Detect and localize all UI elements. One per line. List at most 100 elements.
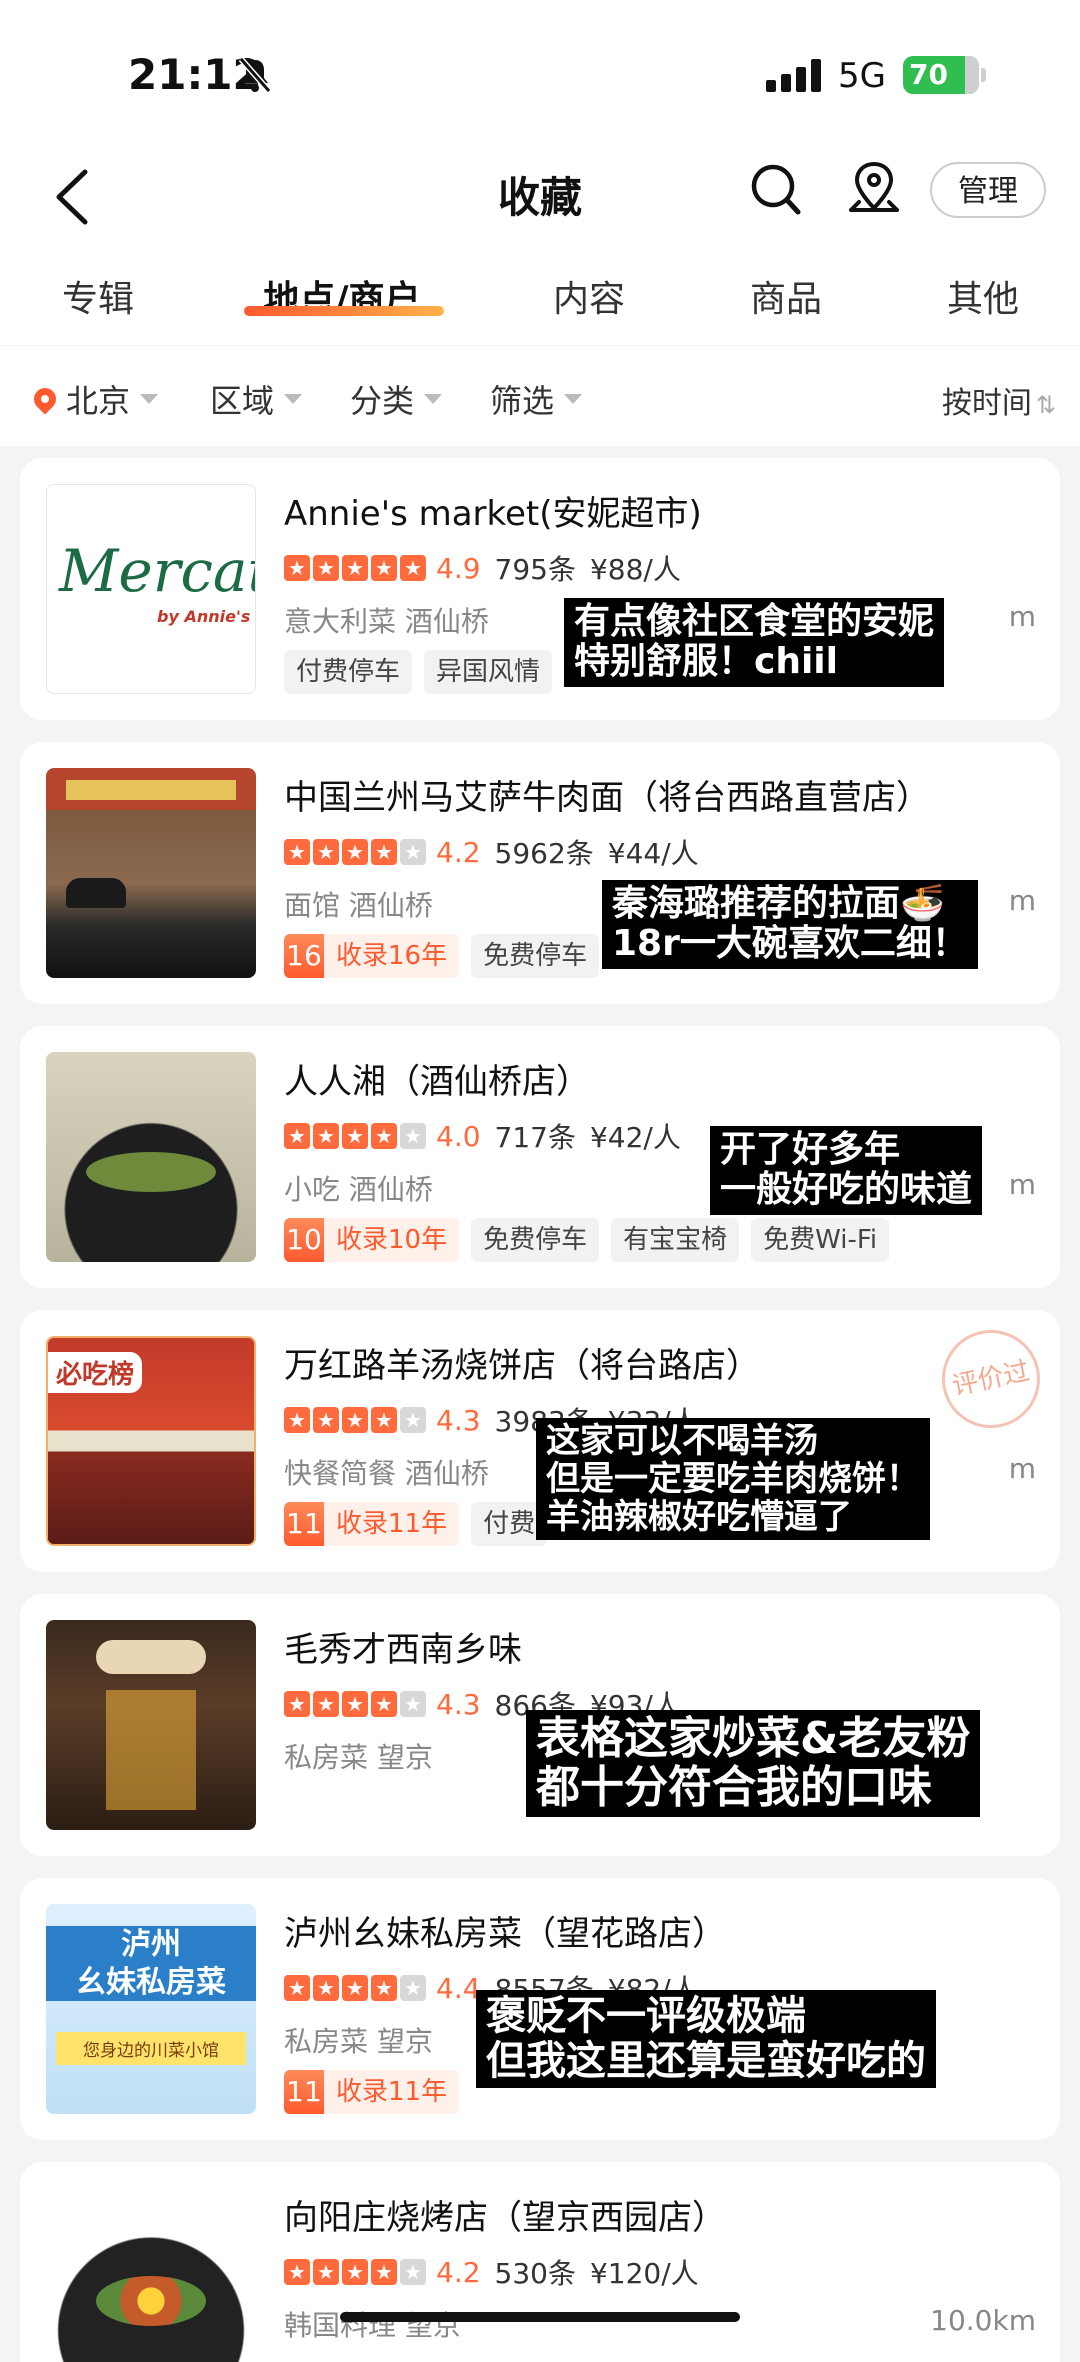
shop-name: 中国兰州马艾萨牛肉面（将台西路直营店） — [284, 778, 930, 818]
sort-by-time[interactable]: 按时间 ⇅ — [942, 378, 1056, 422]
shop-thumbnail: Mercato by Annie's — [46, 484, 256, 694]
shop-meta: 意大利菜 酒仙桥 — [284, 605, 489, 638]
shop-card[interactable]: 泸州 幺妹私房菜 您身边的川菜小馆 泸州幺妹私房菜（望花路店） 4.4 8557… — [20, 1878, 1060, 2140]
thumbnail-title: 泸州 幺妹私房菜 — [46, 1926, 256, 2001]
tag: 有宝宝椅 — [611, 1218, 740, 1262]
shop-thumbnail — [46, 1052, 256, 1262]
location-pin-icon[interactable] — [845, 158, 903, 222]
rating-row: 4.2 530条 ¥120/人 — [284, 2252, 699, 2292]
rating-row: 4.2 5962条 ¥44/人 — [284, 832, 699, 872]
shop-meta: 小吃 酒仙桥 — [284, 1173, 433, 1206]
shop-name: 毛秀才西南乡味 — [284, 1630, 522, 1670]
tab-other[interactable]: 其他 — [947, 270, 1019, 322]
shop-card[interactable]: Mercato by Annie's Annie's market(安妮超市) … — [20, 458, 1060, 720]
tab-content[interactable]: 内容 — [553, 270, 625, 322]
tab-albums[interactable]: 专辑 — [62, 270, 134, 322]
rating-score: 4.2 — [436, 835, 481, 869]
network-type: 5G — [838, 56, 886, 96]
shop-tags: 付费停车 异国风情 — [284, 650, 553, 694]
shop-meta: 韩国料理 望京 — [284, 2309, 461, 2342]
shop-distance: m — [1008, 600, 1036, 633]
rating-row: 4.9 795条 ¥88/人 — [284, 548, 681, 588]
reviewed-stamp: 评价过 — [932, 1320, 1050, 1438]
rating-score: 4.0 — [436, 1119, 481, 1153]
star-rating — [284, 1123, 426, 1149]
page-title: 收藏 — [497, 173, 582, 222]
caption-note: 秦海璐推荐的拉面🍜 18r一大碗喜欢二细！ — [602, 880, 978, 969]
caption-note: 褒贬不一评级极端 但我这里还算是蛮好吃的 — [476, 1990, 936, 2088]
must-eat-badge: 必吃榜 — [48, 1352, 143, 1393]
shop-meta: 面馆 酒仙桥 — [284, 889, 433, 922]
shop-thumbnail — [46, 2188, 256, 2362]
tab-products[interactable]: 商品 — [750, 270, 822, 322]
rating-score: 4.3 — [436, 1403, 481, 1437]
rating-score: 4.4 — [436, 1971, 481, 2005]
more-filter[interactable]: 筛选 — [490, 376, 583, 422]
shop-meta: 私房菜 望京 — [284, 1741, 433, 1774]
shop-name: Annie's market(安妮超市) — [284, 494, 702, 534]
star-rating — [284, 839, 426, 865]
rating-score: 4.2 — [436, 2255, 481, 2289]
listed-years-badge: 11 收录11年 — [284, 2070, 460, 2114]
home-indicator[interactable] — [340, 2312, 740, 2322]
shop-meta: 私房菜 望京 — [284, 2025, 433, 2058]
manage-button[interactable]: 管理 — [930, 162, 1046, 218]
chevron-down-icon — [284, 394, 303, 404]
search-icon[interactable] — [748, 160, 804, 220]
shop-card[interactable]: 中国兰州马艾萨牛肉面（将台西路直营店） 4.2 5962条 ¥44/人 面馆 酒… — [20, 742, 1060, 1004]
category-filter[interactable]: 分类 — [350, 376, 443, 422]
review-count: 717条 — [494, 1121, 576, 1154]
shop-card[interactable]: 必吃榜 评价过 万红路羊汤烧饼店（将台路店） 4.3 3983条 ¥33/人 快… — [20, 1310, 1060, 1572]
status-bar: 21:12 5G 70 — [0, 0, 1080, 150]
filter-bar: 北京 区域 分类 筛选 按时间 ⇅ — [0, 345, 1080, 446]
car-shape — [66, 878, 126, 908]
avg-price: ¥44/人 — [607, 837, 699, 870]
star-rating — [284, 555, 426, 581]
caption-note: 有点像社区食堂的安妮 特别舒服！chiil — [564, 598, 945, 687]
shop-card[interactable]: 向阳庄烧烤店（望京西园店） 4.2 530条 ¥120/人 韩国料理 望京 10… — [20, 2162, 1060, 2362]
noodle-bowl — [86, 1152, 216, 1192]
star-rating — [284, 1975, 426, 2001]
shop-card[interactable]: 人人湘（酒仙桥店） 4.0 717条 ¥42/人 小吃 酒仙桥 m 10 收录1… — [20, 1026, 1060, 1288]
shop-name: 万红路羊汤烧饼店（将台路店） — [284, 1346, 760, 1386]
tag: 免费Wi-Fi — [751, 1218, 890, 1262]
rating-score: 4.3 — [436, 1687, 481, 1721]
shop-tags: 16 收录16年 免费停车 — [284, 934, 600, 978]
caption-note: 表格这家炒菜&老友粉 都十分符合我的口味 — [526, 1710, 981, 1817]
battery-level: 70 — [909, 58, 948, 91]
shop-thumbnail: 必吃榜 — [46, 1336, 256, 1546]
shop-tags: 11 收录11年 — [284, 2070, 460, 2114]
shop-tags: 11 收录11年 付费 — [284, 1502, 548, 1546]
avg-price: ¥42/人 — [589, 1121, 681, 1154]
avg-price: ¥120/人 — [589, 2257, 699, 2290]
mercato-logo: Mercato — [59, 537, 255, 605]
chevron-down-icon — [564, 394, 583, 404]
shop-name: 向阳庄烧烤店（望京西园店） — [284, 2198, 726, 2238]
area-filter[interactable]: 区域 — [210, 376, 303, 422]
shop-distance: 10.0km — [930, 2304, 1036, 2337]
shop-tags: 10 收录10年 免费停车 有宝宝椅 免费Wi-Fi — [284, 1218, 890, 1262]
tag: 免费停车 — [471, 934, 600, 978]
city-filter[interactable]: 北京 — [29, 376, 159, 422]
star-rating — [284, 1407, 426, 1433]
review-count: 795条 — [494, 553, 576, 586]
shop-meta: 快餐简餐 酒仙桥 — [284, 1457, 489, 1490]
rating-score: 4.9 — [436, 551, 481, 585]
star-rating — [284, 2259, 426, 2285]
listed-years-badge: 11 收录11年 — [284, 1502, 460, 1546]
bell-muted-icon — [238, 57, 272, 93]
rating-row: 4.0 717条 ¥42/人 — [284, 1116, 681, 1156]
tag: 免费停车 — [471, 1218, 600, 1262]
tag: 付费停车 — [284, 650, 413, 694]
chevron-down-icon — [424, 394, 443, 404]
shop-thumbnail: 泸州 幺妹私房菜 您身边的川菜小馆 — [46, 1904, 256, 2114]
bibimbap-bowl — [96, 2276, 206, 2326]
caption-note: 这家可以不喝羊汤 但是一定要吃羊肉烧饼！ 羊油辣椒好吃懵逼了 — [536, 1418, 930, 1541]
shop-card[interactable]: 毛秀才西南乡味 4.3 866条 ¥93/人 私房菜 望京 表格这家炒菜&老友粉… — [20, 1594, 1060, 1856]
chevron-down-icon — [140, 394, 159, 404]
shop-distance: m — [1008, 884, 1036, 917]
cellular-signal-icon — [766, 58, 821, 92]
location-icon — [29, 383, 61, 415]
active-tab-indicator — [244, 306, 444, 316]
shop-distance: m — [1008, 1452, 1036, 1485]
